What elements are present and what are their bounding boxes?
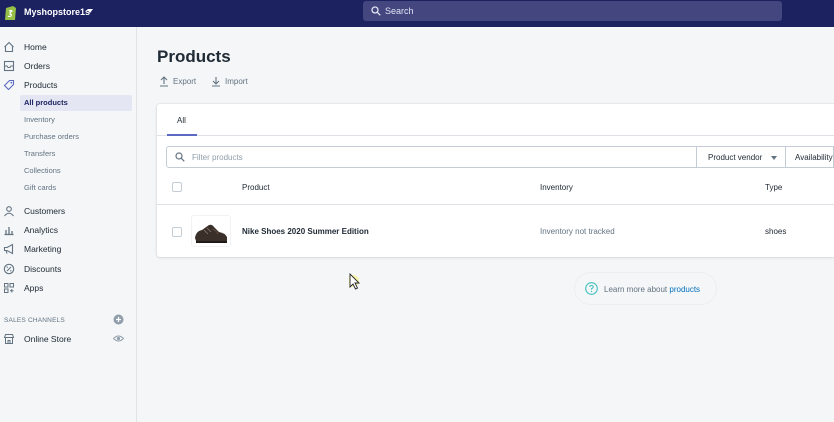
import-button[interactable]: Import bbox=[211, 76, 253, 88]
tab-all-label: All bbox=[177, 116, 186, 125]
products-card: All Filter products Product vendor Avail… bbox=[157, 104, 834, 257]
chevron-down-icon bbox=[771, 156, 777, 160]
eye-icon[interactable] bbox=[113, 333, 124, 344]
sales-channels-heading: SALES CHANNELS bbox=[4, 317, 65, 324]
sidebar-subitem-purchase-orders[interactable]: Purchase orders bbox=[20, 129, 132, 145]
sidebar-item-customers[interactable]: Customers bbox=[0, 203, 137, 219]
question-circle-icon bbox=[585, 282, 598, 295]
tab-all[interactable]: All bbox=[167, 104, 197, 136]
sidebar-item-products[interactable]: Products bbox=[0, 77, 137, 93]
sidebar-item-label: Apps bbox=[24, 283, 44, 293]
shopify-logo-icon[interactable] bbox=[4, 4, 17, 21]
product-vendor-dropdown[interactable]: Product vendor bbox=[697, 146, 786, 168]
store-name[interactable]: Myshopstore1s bbox=[24, 6, 90, 18]
sidebar-item-home[interactable]: Home bbox=[0, 39, 137, 55]
sidebar-subitem-label: Gift cards bbox=[24, 183, 57, 192]
sidebar-subitem-transfers[interactable]: Transfers bbox=[20, 146, 132, 162]
sidebar-subitem-label: All products bbox=[24, 98, 68, 107]
import-icon bbox=[212, 77, 220, 87]
apps-icon bbox=[4, 283, 14, 293]
export-label: Export bbox=[173, 77, 197, 86]
product-name[interactable]: Nike Shoes 2020 Summer Edition bbox=[242, 227, 369, 237]
sidebar-item-label: Analytics bbox=[24, 225, 59, 235]
sidebar-subitem-label: Inventory bbox=[24, 115, 55, 124]
learn-more-prefix: Learn more about bbox=[604, 285, 670, 294]
sidebar-item-analytics[interactable]: Analytics bbox=[0, 222, 137, 238]
sidebar-item-orders[interactable]: Orders bbox=[0, 58, 137, 74]
page-title: Products bbox=[157, 47, 231, 66]
learn-more-banner: Learn more about products bbox=[574, 272, 717, 305]
sidebar-subitem-label: Collections bbox=[24, 166, 61, 175]
product-thumbnail[interactable] bbox=[191, 215, 231, 247]
sidebar-subitem-collections[interactable]: Collections bbox=[20, 163, 132, 179]
search-placeholder: Search bbox=[385, 6, 414, 16]
chevron-down-icon[interactable] bbox=[87, 9, 93, 13]
discount-icon bbox=[3, 263, 15, 275]
sidebar-subitem-all-products[interactable]: All products bbox=[20, 95, 132, 111]
sidebar-item-label: Customers bbox=[24, 206, 66, 216]
column-header-product[interactable]: Product bbox=[242, 183, 270, 193]
mouse-cursor-icon bbox=[349, 273, 361, 290]
export-icon bbox=[160, 76, 168, 87]
sidebar-item-label: Discounts bbox=[24, 264, 62, 274]
row-checkbox[interactable] bbox=[172, 227, 182, 237]
filter-products-input[interactable]: Filter products bbox=[166, 146, 697, 168]
sidebar-item-label: Home bbox=[24, 42, 47, 52]
learn-more-text: Learn more about products bbox=[604, 285, 700, 295]
filter-placeholder: Filter products bbox=[192, 153, 243, 162]
product-vendor-label: Product vendor bbox=[708, 153, 763, 162]
sidebar-subitem-label: Transfers bbox=[24, 149, 56, 158]
table-row[interactable]: Nike Shoes 2020 Summer Edition Inventory… bbox=[157, 205, 834, 257]
sidebar-item-label: Products bbox=[24, 80, 58, 90]
product-inventory: Inventory not tracked bbox=[540, 227, 615, 236]
column-header-inventory[interactable]: Inventory bbox=[540, 183, 573, 193]
sidebar-item-label: Orders bbox=[24, 61, 50, 71]
tag-icon bbox=[3, 79, 15, 91]
search-icon bbox=[371, 6, 381, 16]
search-icon bbox=[175, 152, 185, 162]
sidebar: Home Orders Products All products Invent… bbox=[0, 27, 137, 422]
search-input[interactable]: Search bbox=[363, 1, 782, 21]
add-sales-channel-icon[interactable] bbox=[113, 314, 124, 325]
sidebar-item-label: Online Store bbox=[24, 334, 72, 344]
person-icon bbox=[4, 206, 14, 217]
sidebar-item-discounts[interactable]: Discounts bbox=[0, 261, 137, 277]
store-icon bbox=[3, 334, 15, 344]
shoe-icon bbox=[195, 224, 227, 243]
availability-label: Availability bbox=[795, 153, 833, 162]
sidebar-subitem-inventory[interactable]: Inventory bbox=[20, 112, 132, 128]
top-bar: Myshopstore1s Search bbox=[0, 0, 834, 27]
column-header-type[interactable]: Type bbox=[765, 183, 782, 193]
sidebar-item-label: Marketing bbox=[24, 244, 62, 254]
megaphone-icon bbox=[3, 243, 14, 255]
bar-chart-icon bbox=[4, 227, 14, 236]
products-help-link[interactable]: products bbox=[669, 285, 700, 294]
import-label: Import bbox=[225, 77, 248, 86]
select-all-checkbox[interactable] bbox=[172, 182, 182, 192]
export-button[interactable]: Export bbox=[159, 76, 199, 88]
tab-bar: All bbox=[157, 104, 834, 136]
sidebar-subitem-gift-cards[interactable]: Gift cards bbox=[20, 180, 132, 196]
sidebar-subitem-label: Purchase orders bbox=[24, 132, 80, 141]
availability-dropdown[interactable]: Availability bbox=[786, 146, 834, 168]
orders-icon bbox=[3, 60, 15, 72]
home-icon bbox=[4, 41, 14, 53]
sidebar-item-apps[interactable]: Apps bbox=[0, 280, 137, 296]
product-type: shoes bbox=[765, 227, 787, 236]
sidebar-item-marketing[interactable]: Marketing bbox=[0, 241, 137, 257]
